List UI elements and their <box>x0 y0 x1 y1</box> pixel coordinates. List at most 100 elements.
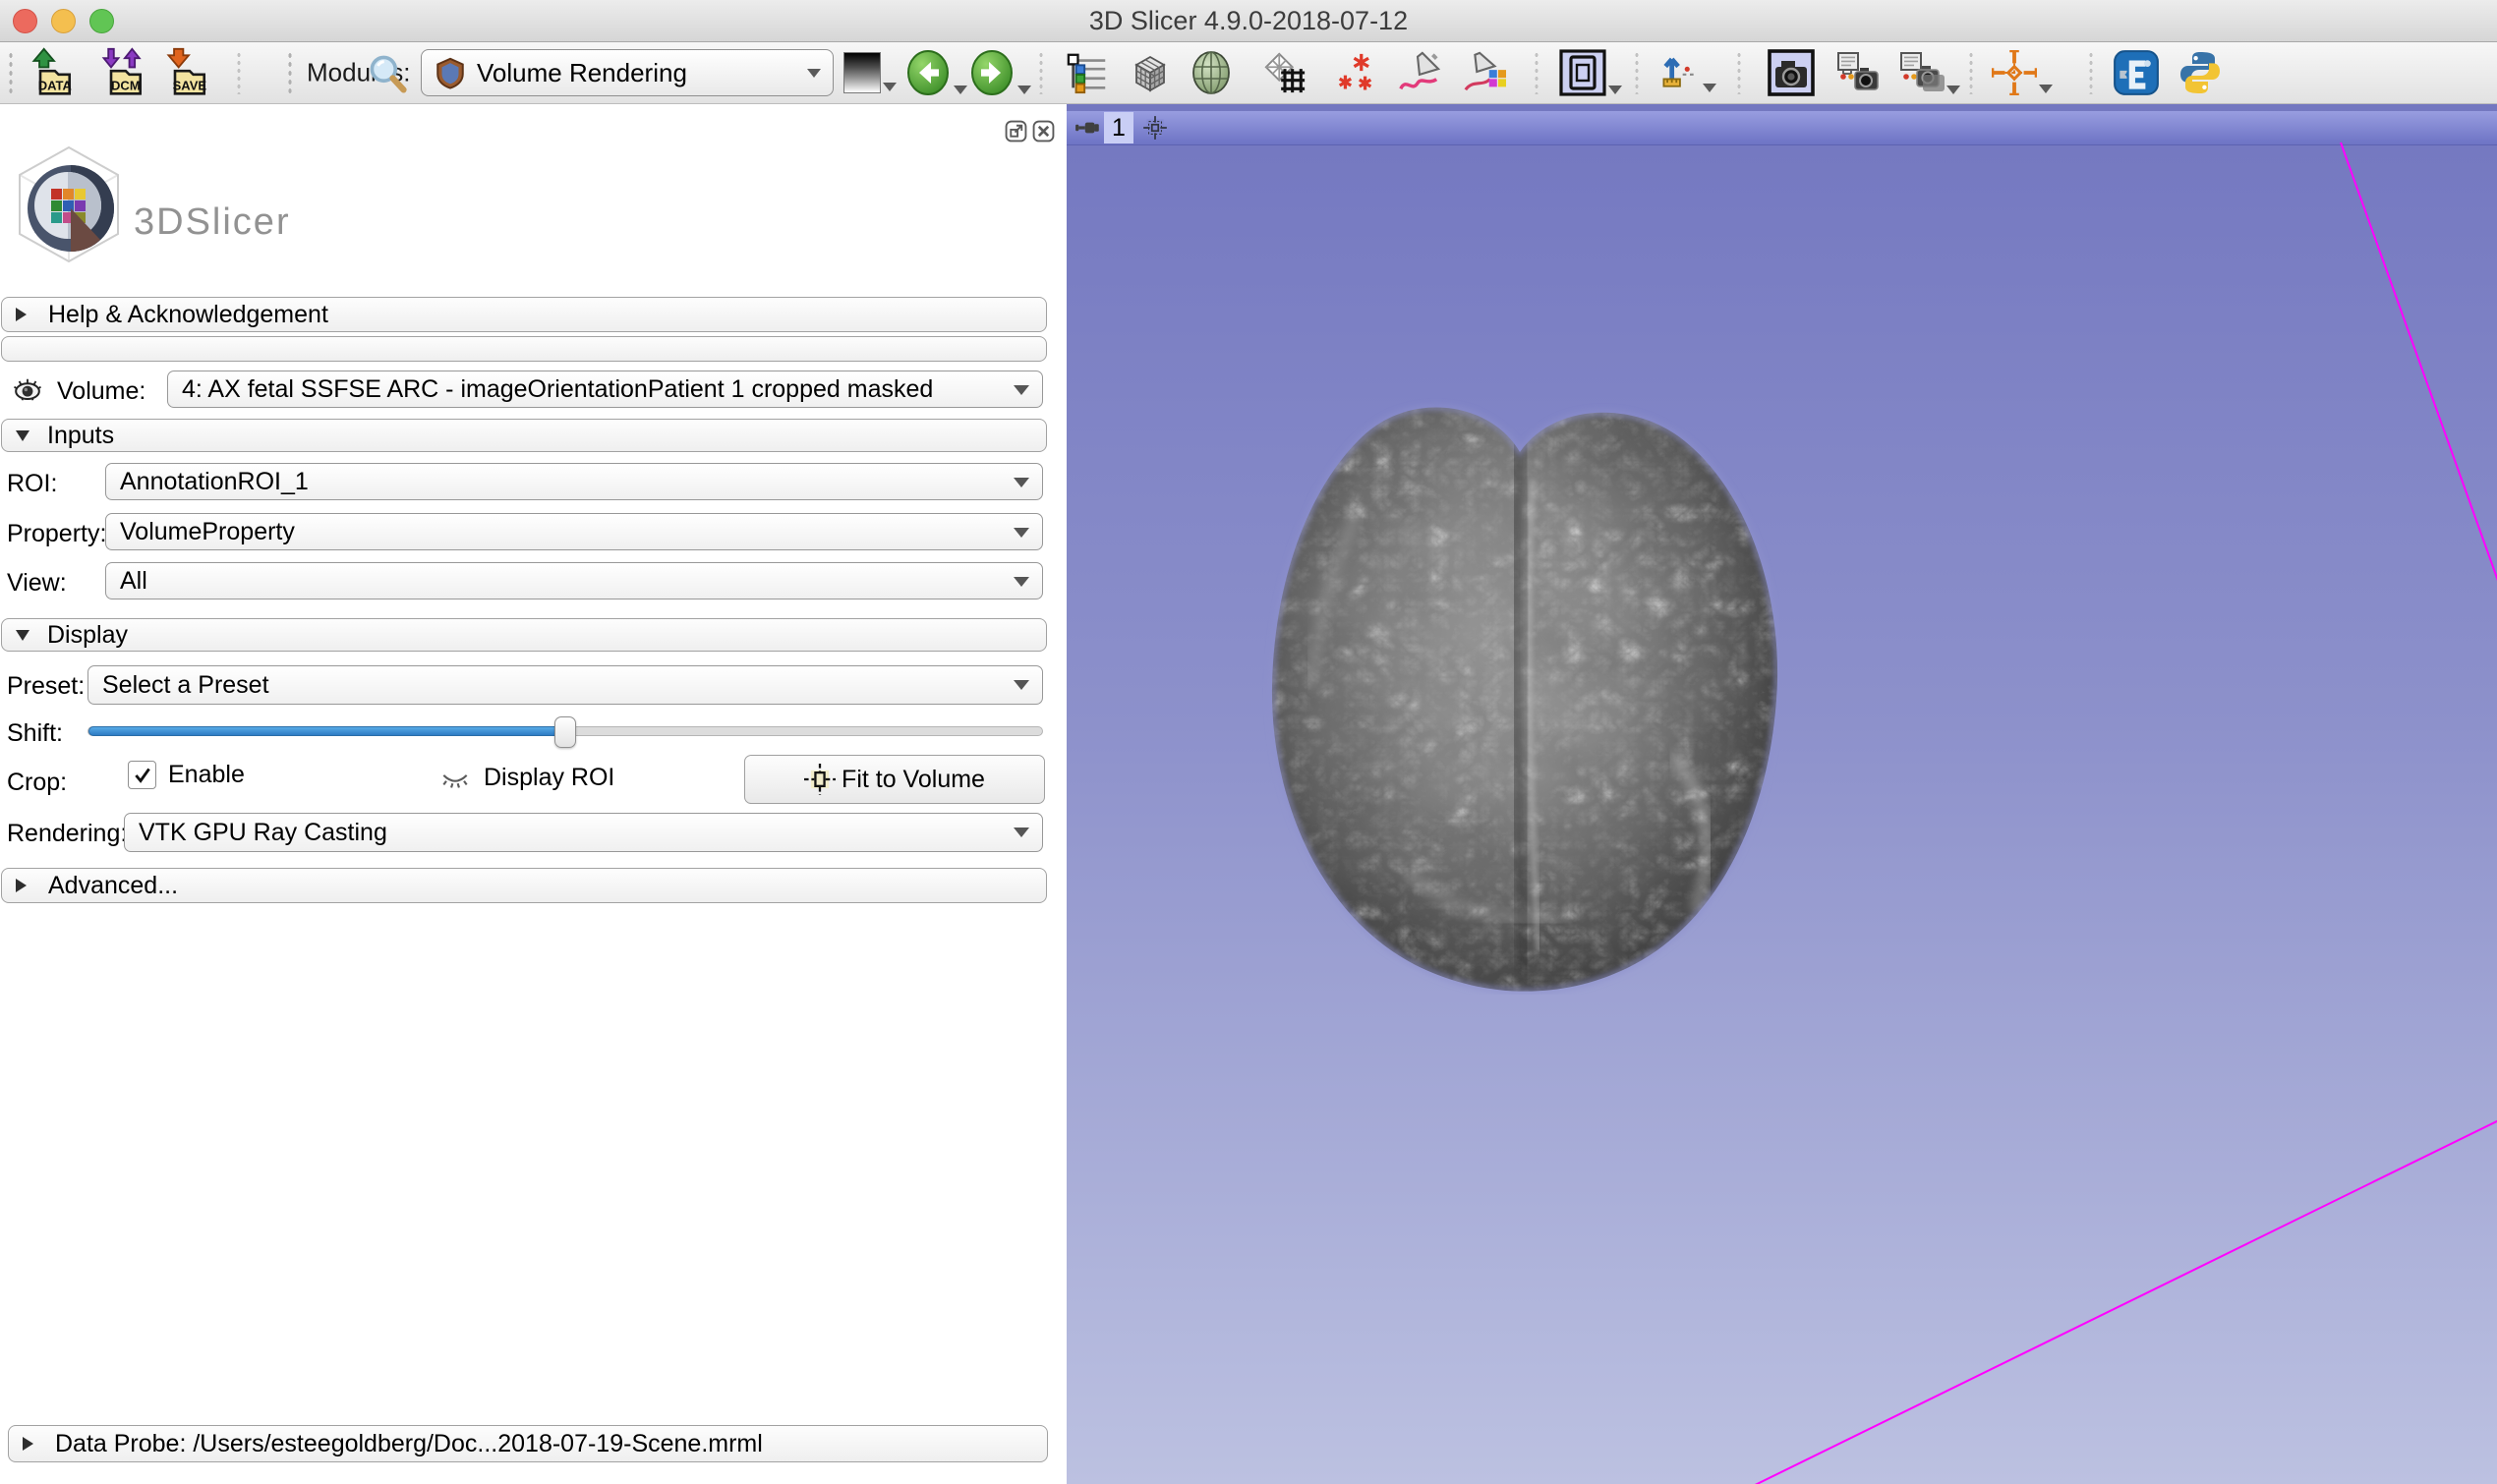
closed-eye-icon[interactable] <box>438 761 472 794</box>
checkmark-icon <box>132 765 153 786</box>
roi-combobox[interactable]: AnnotationROI_1 <box>105 463 1043 500</box>
module-search-button[interactable] <box>366 51 409 94</box>
fit-to-volume-button[interactable]: Fit to Volume <box>744 755 1045 804</box>
toolbar-drag-handle[interactable] <box>8 51 14 94</box>
roi-wireframe-lines <box>1067 104 2497 1484</box>
extensions-manager-button[interactable] <box>2112 48 2161 97</box>
shift-slider[interactable] <box>87 726 1043 736</box>
chevron-down-icon <box>1946 86 1960 94</box>
display-roi-label: Display ROI <box>484 764 614 792</box>
transforms-module-button[interactable] <box>1262 50 1307 95</box>
load-data-icon: DATA <box>28 47 79 98</box>
crop-enable-checkbox-row: Enable <box>128 761 245 789</box>
volume-combobox-value: 4: AX fetal SSFSE ARC - imageOrientation… <box>182 375 933 404</box>
chevron-down-icon <box>1608 86 1622 94</box>
transform-grid-icon <box>1262 50 1307 95</box>
load-data-button[interactable]: DATA <box>28 47 79 98</box>
editor-paint-button[interactable] <box>1461 50 1506 95</box>
fit-to-volume-label: Fit to Volume <box>842 766 985 794</box>
chevron-down-icon <box>883 83 897 91</box>
threed-view[interactable]: 1 <box>1067 104 2497 1484</box>
fit-to-volume-icon <box>804 764 836 795</box>
view-combobox[interactable]: All <box>105 562 1043 599</box>
scene-view-camera-icon <box>1834 49 1882 96</box>
slicer-logo: 3DSlicer <box>8 143 303 315</box>
data-probe-section[interactable]: Data Probe: /Users/esteegoldberg/Doc...2… <box>8 1425 1048 1462</box>
volume-module-button[interactable] <box>1127 49 1174 96</box>
preset-combobox[interactable]: Select a Preset <box>87 665 1043 705</box>
advanced-section[interactable]: Advanced... <box>1 868 1047 903</box>
wireframe-cube-icon <box>1127 49 1174 96</box>
inputs-section[interactable]: Inputs <box>1 419 1047 452</box>
scene-view-restore-icon <box>1897 49 1945 96</box>
curve-annotation-icon <box>1396 50 1441 95</box>
toolbar-drag-handle[interactable] <box>287 51 293 94</box>
dicom-button[interactable]: DCM <box>98 47 149 98</box>
crosshair-icon <box>1992 50 2037 95</box>
help-acknowledgement-section[interactable]: Help & Acknowledgement <box>1 297 1047 332</box>
subject-hierarchy-button[interactable] <box>1066 50 1111 95</box>
screen-capture-button[interactable] <box>1768 49 1815 96</box>
svg-text:SAVE: SAVE <box>173 79 207 93</box>
view-combobox-value: All <box>120 567 147 596</box>
crosshair-button[interactable] <box>1992 50 2053 95</box>
roi-combobox-value: AnnotationROI_1 <box>120 468 309 496</box>
fiducial-markers-icon <box>1333 50 1378 95</box>
crop-enable-checkbox[interactable] <box>128 761 156 789</box>
property-combobox[interactable]: VolumeProperty <box>105 513 1043 550</box>
back-arrow-icon <box>904 49 952 96</box>
sphere-model-icon <box>1188 49 1235 96</box>
layout-icon <box>1559 49 1606 96</box>
roi-label: ROI: <box>7 470 57 498</box>
module-selector-value: Volume Rendering <box>477 58 805 88</box>
restore-scene-view-button[interactable] <box>1897 49 1960 96</box>
toolbar-separator <box>1038 51 1044 94</box>
expanded-triangle-icon <box>16 630 29 641</box>
display-section[interactable]: Display <box>1 618 1047 652</box>
python-console-button[interactable] <box>2177 49 2224 96</box>
toolbar-separator <box>236 51 242 94</box>
module-forward-button[interactable] <box>968 49 1031 96</box>
window-title: 3D Slicer 4.9.0-2018-07-12 <box>0 0 2497 41</box>
volume-label: Volume: <box>57 377 145 406</box>
rendering-combobox-value: VTK GPU Ray Casting <box>139 819 387 847</box>
volume-combobox[interactable]: 4: AX fetal SSFSE ARC - imageOrientation… <box>167 371 1043 408</box>
chevron-down-icon <box>1017 86 1031 94</box>
undock-icon <box>1005 120 1027 143</box>
toolbar-separator <box>1736 51 1742 94</box>
crop-enable-label: Enable <box>168 761 245 789</box>
module-back-button[interactable] <box>904 49 967 96</box>
chevron-down-icon <box>1703 84 1716 92</box>
undock-panel-button[interactable] <box>1005 120 1027 143</box>
shift-slider-fill <box>88 726 565 736</box>
save-button[interactable]: SAVE <box>162 47 213 98</box>
units-settings-button[interactable] <box>1657 51 1716 94</box>
slicer-window: 3D Slicer 4.9.0-2018-07-12 DATA DCM <box>0 0 2497 1484</box>
module-history-button[interactable] <box>843 52 897 93</box>
chevron-down-icon <box>1014 528 1029 538</box>
scene-views-button[interactable] <box>1834 49 1882 96</box>
rendering-label: Rendering: <box>7 820 127 848</box>
collapsed-triangle-icon <box>16 308 27 321</box>
chevron-down-icon <box>807 69 821 78</box>
chevron-down-icon <box>1014 577 1029 587</box>
preset-combobox-value: Select a Preset <box>102 671 269 700</box>
chevron-down-icon <box>1014 385 1029 395</box>
chevron-down-icon <box>1014 478 1029 487</box>
roi-edge-line-top <box>2341 143 2497 605</box>
titlebar: 3D Slicer 4.9.0-2018-07-12 <box>0 0 2497 42</box>
module-message-bar <box>1 336 1047 362</box>
screenshot-camera-icon <box>1768 49 1815 96</box>
module-selector[interactable]: Volume Rendering <box>421 49 834 96</box>
annotations-button[interactable] <box>1396 50 1441 95</box>
svg-text:DATA: DATA <box>38 79 73 93</box>
markups-fiducial-button[interactable] <box>1333 50 1378 95</box>
close-panel-button[interactable] <box>1032 120 1055 143</box>
shift-slider-handle[interactable] <box>554 716 576 748</box>
layout-selector-button[interactable] <box>1559 49 1622 96</box>
models-module-button[interactable] <box>1188 49 1235 96</box>
display-section-label: Display <box>47 621 128 650</box>
rendering-combobox[interactable]: VTK GPU Ray Casting <box>124 813 1043 852</box>
main-toolbar: DATA DCM SAVE Modules: <box>0 42 2497 104</box>
volume-visibility-icon[interactable] <box>10 372 45 413</box>
